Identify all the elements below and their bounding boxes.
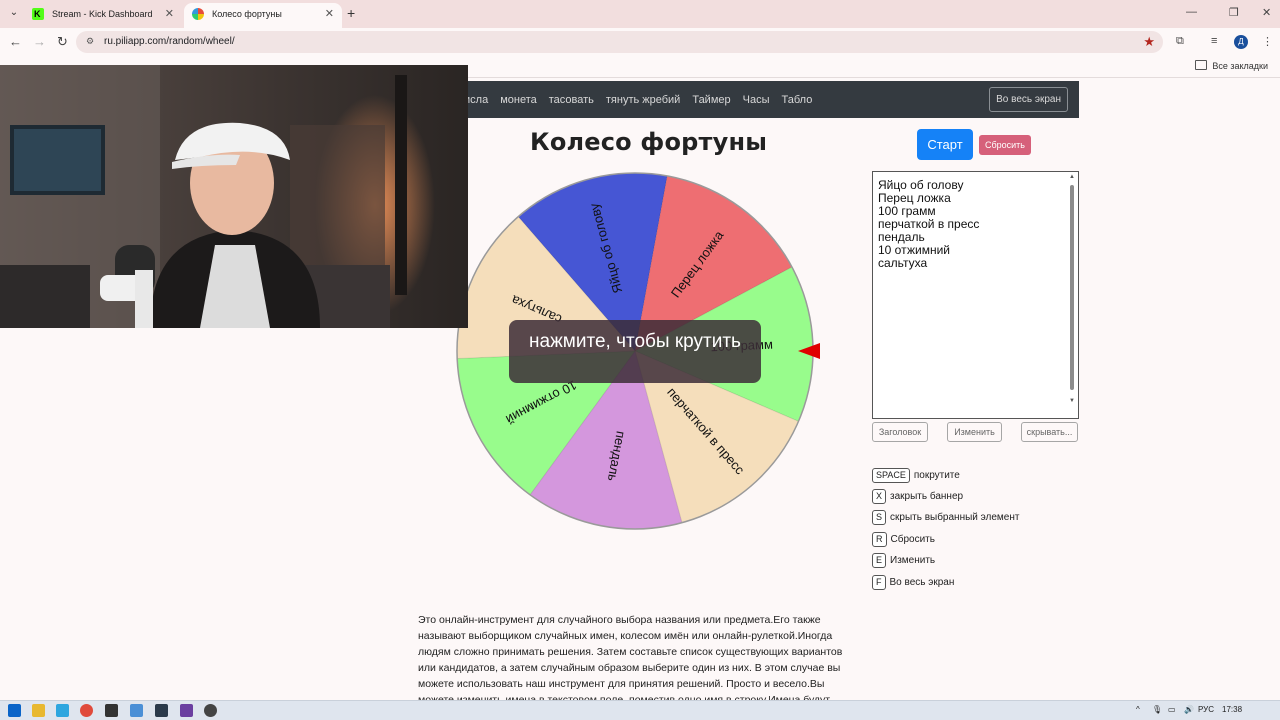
url-text[interactable]: ru.piliapp.com/random/wheel/ <box>104 36 235 47</box>
webcam-image <box>0 65 468 328</box>
tab-title: Stream - Kick Dashboard <box>52 9 153 19</box>
start-menu-icon[interactable] <box>8 704 21 717</box>
notepad-icon[interactable] <box>130 704 143 717</box>
back-icon[interactable]: ← <box>9 34 22 49</box>
chrome-icon[interactable] <box>80 704 93 717</box>
nav-link-scoreboard[interactable]: Табло <box>782 94 813 106</box>
tab-search-icon[interactable]: ⌄ <box>6 5 22 21</box>
reset-button[interactable]: Сбросить <box>979 135 1031 155</box>
kick-icon <box>32 3 44 25</box>
edit-button[interactable]: Изменить <box>947 422 1002 442</box>
shortcut-e: E Изменить <box>872 553 935 568</box>
profile-avatar[interactable]: Д <box>1234 35 1248 49</box>
restore-icon[interactable]: ❐ <box>1229 6 1239 19</box>
spin-overlay[interactable]: нажмите, чтобы крутить <box>509 320 761 383</box>
tab-wheel-of-fortune[interactable]: Колесо фортуны ✕ <box>184 3 342 28</box>
nav-link-timer[interactable]: Таймер <box>692 94 730 106</box>
start-button[interactable]: Старт <box>917 129 973 160</box>
textarea-scrollbar[interactable]: ▲ ▼ <box>1068 173 1077 417</box>
key-badge: SPACE <box>872 468 910 483</box>
media-icon[interactable]: ≡ <box>1211 35 1217 47</box>
browser-tab-bar: ⌄ Stream - Kick Dashboard ✕ Колесо форту… <box>0 0 1280 28</box>
wheel-pointer-icon <box>798 343 820 359</box>
extensions-icon[interactable]: ⧉ <box>1176 35 1184 48</box>
tray-chevron-icon[interactable]: ^ <box>1136 705 1140 714</box>
nav-links: исла монета тасовать тянуть жребий Тайме… <box>464 81 812 118</box>
nav-link-coin[interactable]: монета <box>500 94 537 106</box>
nav-link-shuffle[interactable]: тасовать <box>549 94 594 106</box>
telegram-icon[interactable] <box>56 704 69 717</box>
file-explorer-icon[interactable] <box>32 704 45 717</box>
bookmark-star-icon[interactable]: ★ <box>1143 34 1155 50</box>
header-button[interactable]: Заголовок <box>872 422 928 442</box>
page-title: Колесо фортуны <box>530 128 768 156</box>
shortcut-space: SPACE покрутите <box>872 468 960 483</box>
nav-link-draw-lots[interactable]: тянуть жребий <box>606 94 680 106</box>
shortcut-x: Xзакрыть баннер <box>872 489 963 504</box>
app-icon[interactable] <box>180 704 193 717</box>
all-bookmarks[interactable]: Все закладки <box>1195 60 1268 71</box>
site-info-icon[interactable]: ⚙ <box>86 36 94 47</box>
nav-link-clock[interactable]: Часы <box>743 94 770 106</box>
scroll-up-icon[interactable]: ▲ <box>1069 174 1075 180</box>
microphone-icon[interactable]: 🎙 <box>1152 705 1162 714</box>
clock[interactable]: 17:38 <box>1222 705 1242 714</box>
scroll-thumb[interactable] <box>1070 185 1074 390</box>
forward-icon[interactable]: → <box>33 34 46 49</box>
network-icon[interactable]: ▭ <box>1168 705 1176 714</box>
shortcut-f: F Во весь экран <box>872 575 954 590</box>
names-textarea[interactable]: Яйцо об голову Перец ложка 100 грамм пер… <box>872 171 1079 419</box>
reload-icon[interactable]: ↻ <box>57 34 68 50</box>
key-badge: F <box>872 575 886 590</box>
shortcut-label: Во весь экран <box>889 577 955 588</box>
windows-taskbar: ^ 🎙 ▭ 🔊 РУС 17:38 <box>0 700 1280 720</box>
close-window-icon[interactable]: ✕ <box>1262 6 1271 19</box>
close-icon[interactable]: ✕ <box>165 3 174 25</box>
site-navbar: исла монета тасовать тянуть жребий Тайме… <box>440 81 1079 118</box>
fullscreen-button[interactable]: Во весь экран <box>989 87 1068 112</box>
app-icon[interactable] <box>155 704 168 717</box>
tab-kick-dashboard[interactable]: Stream - Kick Dashboard ✕ <box>24 3 182 25</box>
shortcut-label: Изменить <box>890 555 936 566</box>
close-icon[interactable]: ✕ <box>325 3 334 25</box>
minimize-icon[interactable]: — <box>1186 6 1197 18</box>
shortcut-s: Sскрыть выбранный элемент <box>872 510 1019 525</box>
key-badge: S <box>872 510 887 525</box>
wheel-icon <box>192 8 204 20</box>
name-line: сальтуха <box>878 256 928 270</box>
shortcut-label: скрыть выбранный элемент <box>890 512 1020 523</box>
shortcut-label: Сбросить <box>890 534 935 545</box>
volume-icon[interactable]: 🔊 <box>1184 705 1194 714</box>
address-bar[interactable]: ⚙ ru.piliapp.com/random/wheel/ ★ <box>76 31 1163 53</box>
tab-title: Колесо фортуны <box>212 9 282 19</box>
shortcut-label: закрыть баннер <box>890 491 964 502</box>
new-tab-button[interactable]: + <box>347 5 355 21</box>
key-badge: X <box>872 489 887 504</box>
webcam-overlay <box>0 65 468 328</box>
key-badge: R <box>872 532 887 547</box>
obs-icon[interactable] <box>105 704 118 717</box>
description-text: Это онлайн-инструмент для случайного выб… <box>418 614 843 706</box>
menu-icon[interactable]: ⋮ <box>1262 35 1273 48</box>
language-indicator[interactable]: РУС <box>1198 705 1214 714</box>
app-icon[interactable] <box>204 704 217 717</box>
key-badge: E <box>872 553 887 568</box>
shortcut-r: R Сбросить <box>872 532 935 547</box>
browser-toolbar: ← → ↻ ⚙ ru.piliapp.com/random/wheel/ ★ ⧉… <box>0 28 1280 56</box>
hide-button[interactable]: скрывать... <box>1021 422 1078 442</box>
scroll-down-icon[interactable]: ▼ <box>1069 398 1075 404</box>
shortcut-label: покрутите <box>913 470 960 481</box>
